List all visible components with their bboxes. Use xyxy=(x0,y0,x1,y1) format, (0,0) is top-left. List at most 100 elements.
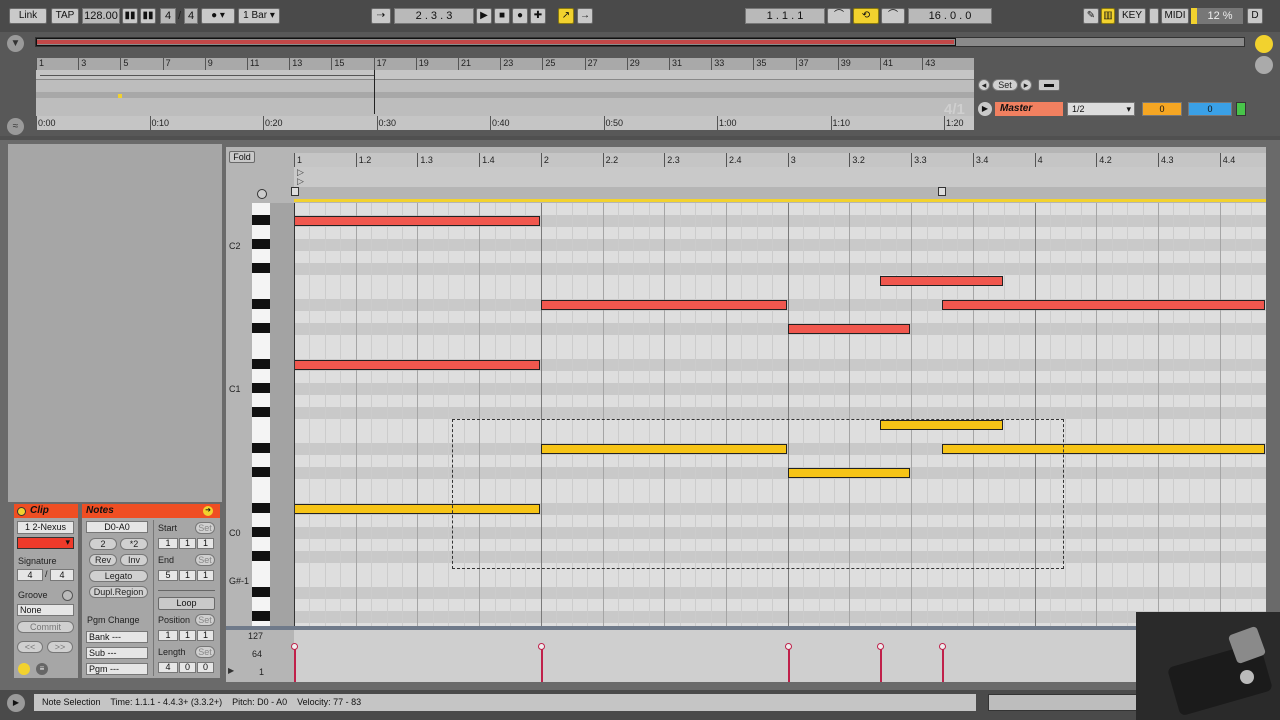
status-overview-strip[interactable] xyxy=(988,694,1138,711)
loop-length-field[interactable]: 16 . 0 . 0 xyxy=(908,8,992,24)
commit-button[interactable]: Commit xyxy=(17,621,74,633)
loop-switch-button[interactable]: ⟲ xyxy=(853,8,879,24)
punch-out-button[interactable]: ⌒ xyxy=(881,8,905,24)
clip-sig-num[interactable]: 4 xyxy=(17,569,43,581)
piano-black-key[interactable] xyxy=(252,407,270,417)
bank-field[interactable]: Bank --- xyxy=(86,631,148,643)
start-sixteenth-field[interactable]: 1 xyxy=(197,538,214,549)
clip-name-field[interactable]: 1 2-Nexus xyxy=(17,521,74,534)
nudge-down-button[interactable]: ▮▮ xyxy=(122,8,138,24)
start-set-button[interactable]: Set xyxy=(195,522,215,534)
loop-region-bar[interactable]: ▷ ▷ xyxy=(294,167,1266,187)
follow-button[interactable]: ⇢ xyxy=(371,8,391,24)
nudge-up-button[interactable]: ▮▮ xyxy=(140,8,156,24)
reverse-button[interactable]: Rev xyxy=(89,554,117,566)
notes-expand-icon[interactable]: ➜ xyxy=(203,506,213,516)
piano-black-key[interactable] xyxy=(252,299,270,309)
midi-note[interactable] xyxy=(540,300,787,310)
sig-numerator-field[interactable]: 4 xyxy=(160,8,176,24)
end-beat-field[interactable]: 1 xyxy=(179,570,196,581)
loop-start-field[interactable]: 1 . 1 . 1 xyxy=(745,8,825,24)
length-set-button[interactable]: Set xyxy=(195,646,215,658)
velocity-handle[interactable] xyxy=(291,643,298,650)
quantize-dropdown[interactable]: 1 Bar ▾ xyxy=(238,8,280,24)
end-bar-field[interactable]: 5 xyxy=(158,570,178,581)
sample-box-icon[interactable]: ≡ xyxy=(36,663,48,675)
overview-track-lane[interactable] xyxy=(36,70,974,116)
loop-yellow-bar[interactable] xyxy=(294,199,1266,202)
set-locator-button[interactable]: Set xyxy=(992,79,1018,91)
half-duration-button[interactable]: 2 xyxy=(89,538,117,550)
clip-end-marker[interactable] xyxy=(938,187,946,196)
velocity-handle[interactable] xyxy=(784,643,792,650)
tempo-field[interactable]: 128.00 xyxy=(82,8,120,24)
clip-sig-den[interactable]: 4 xyxy=(50,569,74,581)
output-dropdown[interactable]: 1/2 ▾ xyxy=(1067,102,1135,116)
velocity-stem[interactable] xyxy=(540,648,543,682)
record-button[interactable]: ● xyxy=(512,8,528,24)
double-duration-button[interactable]: *2 xyxy=(120,538,148,550)
velocity-stem[interactable] xyxy=(294,648,296,682)
shift-left-button[interactable]: << xyxy=(17,641,43,653)
menu-circle-icon[interactable] xyxy=(1255,35,1273,53)
end-sixteenth-field[interactable]: 1 xyxy=(197,570,214,581)
velocity-handle[interactable] xyxy=(877,643,885,650)
hide-panel-icon[interactable]: ▼ xyxy=(7,35,24,52)
invert-button[interactable]: Inv xyxy=(120,554,148,566)
locator-icon[interactable]: ▬ xyxy=(1038,79,1060,91)
tap-tempo-button[interactable]: TAP xyxy=(51,8,79,24)
midi-map-indicator[interactable] xyxy=(1149,8,1159,24)
scroll-right-icon[interactable]: ▸ xyxy=(1020,79,1032,91)
browser-toggle-icon[interactable]: ≈ xyxy=(7,118,24,135)
song-position-field[interactable]: 2 . 3 . 3 xyxy=(394,8,474,24)
velocity-stem[interactable] xyxy=(787,648,790,682)
groove-field[interactable]: None xyxy=(17,604,74,616)
sub-bank-field[interactable]: Sub --- xyxy=(86,647,148,659)
bar-ruler[interactable]: 1 3 5 7 9 11 13 15 17 19 21 23 25 27 29 31 33 35 37 39 41 43 xyxy=(36,58,974,70)
status-toggle-icon[interactable]: ▶ xyxy=(7,694,25,712)
fold-button[interactable]: Fold xyxy=(229,151,255,163)
sig-denominator-field[interactable]: 4 xyxy=(184,8,198,24)
loop-brace[interactable] xyxy=(36,70,974,80)
start-beat-field[interactable]: 1 xyxy=(179,538,196,549)
overview-visible-region[interactable] xyxy=(36,38,956,46)
midi-note[interactable] xyxy=(294,360,540,370)
groove-hot-swap-icon[interactable] xyxy=(62,590,73,601)
shift-right-button[interactable]: >> xyxy=(47,641,73,653)
length-sixteenth-field[interactable]: 0 xyxy=(197,662,214,673)
velocity-handle[interactable] xyxy=(939,643,946,650)
legato-button[interactable]: Legato xyxy=(89,570,148,582)
midi-note[interactable] xyxy=(942,300,1265,310)
clip-start-marker[interactable] xyxy=(291,187,299,196)
position-bar-field[interactable]: 1 xyxy=(158,630,178,641)
note-range-field[interactable]: D0-A0 xyxy=(86,521,148,533)
midi-note[interactable] xyxy=(294,216,540,226)
punch-in-button[interactable]: ⌒ xyxy=(827,8,851,24)
piano-black-key[interactable] xyxy=(252,467,270,477)
metronome-button[interactable]: ● ▾ xyxy=(201,8,235,24)
program-field[interactable]: Pgm --- xyxy=(86,663,148,675)
track-play-icon[interactable]: ▶ xyxy=(978,102,992,116)
beat-ruler[interactable]: 1 1.2 1.3 1.4 2 2.2 2.3 2.4 3 3.2 3.3 3.4 4 4.2 4.3 4.4 xyxy=(294,153,1266,167)
piano-keyboard[interactable] xyxy=(252,203,270,629)
time-ruler[interactable]: 0:00 0:10 0:20 0:30 0:40 0:50 1:00 1:10 1:20 xyxy=(36,116,974,130)
position-set-button[interactable]: Set xyxy=(195,614,215,626)
duplicate-region-button[interactable]: Dupl.Region xyxy=(89,586,148,598)
key-map-indicator[interactable]: ▥ xyxy=(1101,8,1115,24)
position-sixteenth-field[interactable]: 1 xyxy=(197,630,214,641)
stop-button[interactable]: ■ xyxy=(494,8,510,24)
midi-note[interactable] xyxy=(787,324,911,334)
piano-black-key[interactable] xyxy=(252,383,270,393)
track-volume-field[interactable]: 0 xyxy=(1142,102,1182,116)
length-bar-field[interactable]: 4 xyxy=(158,662,178,673)
master-track-label[interactable]: Master xyxy=(995,102,1063,116)
piano-black-key[interactable] xyxy=(252,323,270,333)
overdub-button[interactable]: ✚ xyxy=(530,8,546,24)
info-circle-icon[interactable] xyxy=(1255,56,1273,74)
clip-color-dropdown[interactable]: ▾ xyxy=(17,537,74,549)
midi-map-button[interactable]: MIDI xyxy=(1161,8,1189,24)
piano-black-key[interactable] xyxy=(252,359,270,369)
velocity-fold-icon[interactable]: ▶ xyxy=(228,666,234,675)
piano-black-key[interactable] xyxy=(252,551,270,561)
link-button[interactable]: Link xyxy=(9,8,47,24)
